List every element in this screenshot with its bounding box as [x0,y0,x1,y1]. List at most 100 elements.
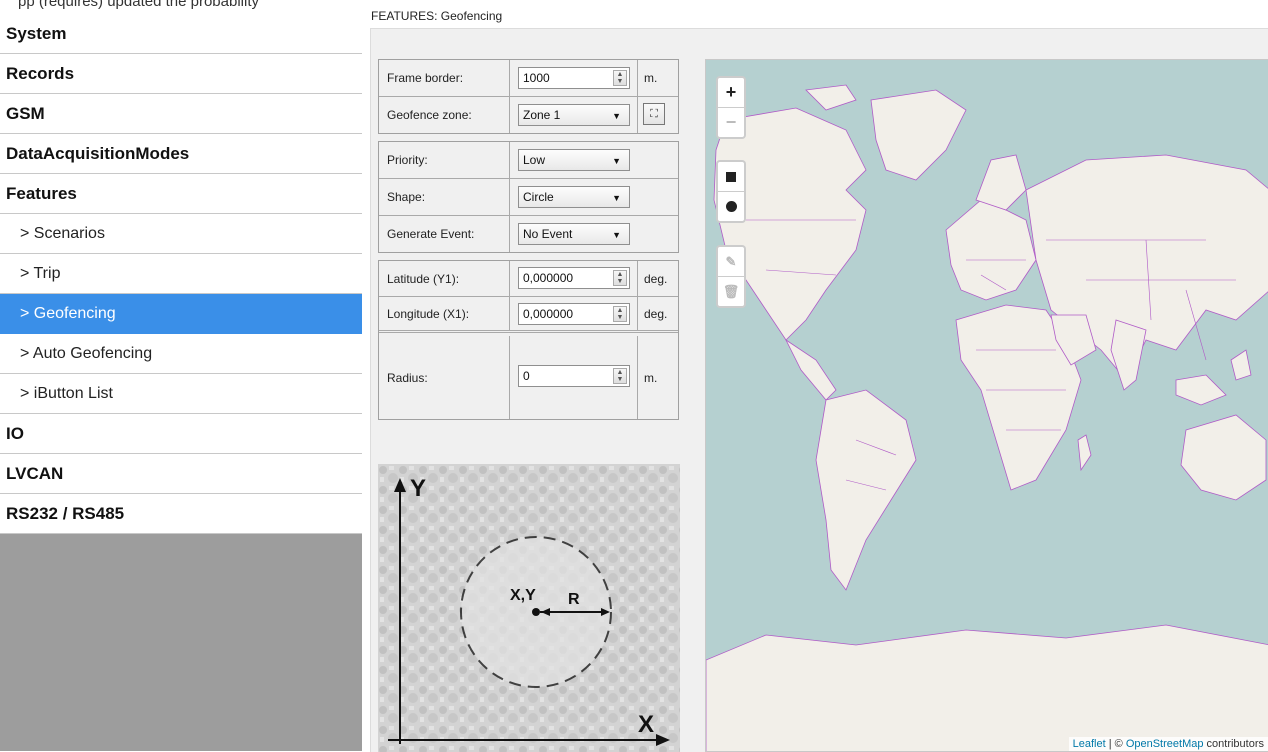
delete-layers-button[interactable]: 🗑 [718,277,744,306]
shape-row: Shape: Circle ▼ [379,179,678,216]
geofence-zone-value: Zone 1 [523,108,561,122]
zoom-in-button[interactable]: + [718,78,744,108]
top-strip-text: pp (requires) updated the probability [18,0,259,10]
frame-border-label: Frame border: [379,60,510,96]
draw-rectangle-button[interactable] [718,162,744,192]
radius-value: 0 [523,369,530,383]
geofencing-panel: Frame border: 1000 ▲ ▼ m. Geofence zone: … [370,28,1268,752]
sidebar-item-features[interactable]: Features [0,174,362,214]
land-masses [706,84,1268,751]
draw-circle-button[interactable] [718,192,744,221]
y-axis-label: Y [410,475,426,502]
settings-group: Priority: Low ▼ Shape: Circle ▼ Generate… [378,141,679,253]
dropdown-arrow-icon: ▼ [612,156,621,166]
sidebar-item-label: Features [6,183,77,203]
sidebar-item-io[interactable]: IO [0,414,362,454]
sidebar-item-geofencing[interactable]: > Geofencing [0,294,362,334]
circle-icon [725,201,737,212]
sidebar-item-label: > iButton List [20,384,113,402]
geofence-diagram: Y X X,Y R [378,464,680,752]
sidebar: System Records GSM DataAcquisitionModes … [0,14,362,751]
center-point [532,608,540,616]
sidebar-item-label: GSM [6,103,45,123]
leaflet-link[interactable]: Leaflet [1073,738,1106,750]
world-map-svg [706,84,1268,751]
geofence-zone-cell: Zone 1 ▼ [510,97,638,133]
geofence-zone-select[interactable]: Zone 1 ▼ [518,104,630,126]
longitude-label: Longitude (X1): [379,297,510,330]
sidebar-item-label: LVCAN [6,463,64,483]
spinner-arrows-icon[interactable]: ▲ ▼ [613,368,627,384]
top-strip: pp (requires) updated the probability [0,0,362,14]
edit-toolbar: ✎ 🗑 [716,245,746,308]
generate-event-select[interactable]: No Event ▼ [518,223,630,245]
latitude-input[interactable]: 0,000000 ▲ ▼ [518,267,630,289]
map-view[interactable]: + − ✎ 🗑 Leaflet | © OpenStreetMap contri… [705,59,1268,752]
radius-unit: m. [644,370,658,385]
x-axis-label: X [638,711,654,738]
sidebar-item-system[interactable]: System [0,14,362,54]
geofence-zone-label: Geofence zone: [379,97,510,133]
radius-label: Radius: [379,336,510,419]
shape-cell: Circle ▼ [510,179,678,215]
spinner-arrows-icon[interactable]: ▲ ▼ [613,270,627,286]
sidebar-item-label: > Geofencing [20,304,116,322]
frame-border-unit: m. [644,71,658,85]
spinner-arrows-icon[interactable]: ▲ ▼ [613,70,627,86]
generate-event-value: No Event [523,227,573,241]
radius-row: Radius: 0 ▲ ▼ m. [379,336,678,419]
fullscreen-icon[interactable]: ⛶ [643,103,665,125]
shape-select[interactable]: Circle ▼ [518,186,630,208]
longitude-row: Longitude (X1): 0,000000 ▲ ▼ deg. [379,297,678,333]
longitude-input[interactable]: 0,000000 ▲ ▼ [518,303,630,325]
sidebar-item-records[interactable]: Records [0,54,362,94]
square-icon [726,171,736,182]
sidebar-item-scenarios[interactable]: > Scenarios [0,214,362,254]
longitude-unit: deg. [644,306,668,321]
radius-input[interactable]: 0 ▲ ▼ [518,365,630,387]
sidebar-item-label: > Auto Geofencing [20,344,153,362]
priority-select[interactable]: Low ▼ [518,149,630,171]
priority-cell: Low ▼ [510,142,678,178]
frame-border-cell: 1000 ▲ ▼ [510,60,638,96]
attribution-separator: | © [1105,738,1126,750]
sidebar-item-label: RS232 / RS485 [6,503,125,523]
sidebar-item-label: > Trip [20,264,61,282]
frame-border-input[interactable]: 1000 ▲ ▼ [518,67,630,89]
sidebar-item-label: IO [6,423,24,443]
draw-toolbar [716,160,746,223]
latitude-cell: 0,000000 ▲ ▼ [510,261,638,296]
zoom-out-button[interactable]: − [718,108,744,137]
content-area: FEATURES: Geofencing Frame border: 1000 … [362,0,1268,752]
zoom-control: + − [716,76,746,139]
sidebar-item-lvcan[interactable]: LVCAN [0,454,362,494]
sidebar-item-trip[interactable]: > Trip [0,254,362,294]
sidebar-item-data-acquisition-modes[interactable]: DataAcquisitionModes [0,134,362,174]
radius-symbol-label: R [568,591,580,608]
frame-border-value: 1000 [523,71,550,85]
radius-cell: 0 ▲ ▼ [510,336,638,419]
sidebar-item-rs232-rs485[interactable]: RS232 / RS485 [0,494,362,534]
openstreetmap-link[interactable]: OpenStreetMap [1126,738,1204,750]
sidebar-item-gsm[interactable]: GSM [0,94,362,134]
map-attribution: Leaflet | © OpenStreetMap contributors [1068,737,1268,751]
edit-layers-button[interactable]: ✎ [718,247,744,277]
generate-event-cell: No Event ▼ [510,216,678,252]
edit-icon: ✎ [725,253,737,269]
geofence-zone-row: Geofence zone: Zone 1 ▼ ⛶ [379,97,678,133]
latitude-unit: deg. [644,271,668,286]
trash-icon: 🗑 [722,283,740,299]
sidebar-item-label: Records [6,63,75,83]
dropdown-arrow-icon: ▼ [612,230,621,240]
sidebar-item-auto-geofencing[interactable]: > Auto Geofencing [0,334,362,374]
sidebar-item-ibutton-list[interactable]: > iButton List [0,374,362,414]
dropdown-arrow-icon: ▼ [612,193,621,203]
sidebar-item-label: DataAcquisitionModes [6,143,190,163]
priority-label: Priority: [379,142,510,178]
frame-border-row: Frame border: 1000 ▲ ▼ m. [379,60,678,97]
coordinates-group: Latitude (Y1): 0,000000 ▲ ▼ deg. Longitud… [378,260,679,420]
spinner-arrows-icon[interactable]: ▲ ▼ [613,306,627,322]
priority-row: Priority: Low ▼ [379,142,678,179]
latitude-label: Latitude (Y1): [379,261,510,296]
page-title: FEATURES: Geofencing [371,9,503,23]
